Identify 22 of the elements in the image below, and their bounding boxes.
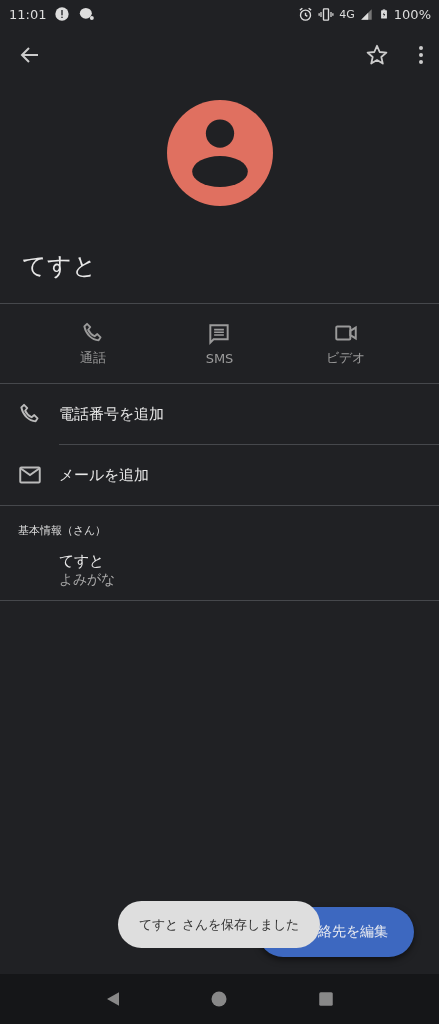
sms-action[interactable]: SMS: [156, 321, 283, 366]
vibrate-icon: [318, 6, 335, 22]
call-action[interactable]: 通話: [30, 320, 157, 367]
alarm-icon: [298, 6, 314, 22]
battery-icon: [378, 6, 389, 22]
battery-percent: 100%: [393, 6, 431, 22]
contact-name: てすと: [21, 251, 97, 282]
signal-icon: [359, 7, 374, 21]
section-title: 基本情報（さん）: [17, 523, 107, 539]
video-action[interactable]: ビデオ: [282, 320, 409, 367]
add-email-item[interactable]: メールを追加: [0, 445, 439, 505]
clock-time: 11:01: [9, 6, 47, 22]
home-circle-icon[interactable]: [210, 990, 229, 1008]
alert-icon: [54, 6, 71, 22]
recents-square-icon[interactable]: [316, 990, 335, 1008]
network-label: 4G: [339, 7, 355, 21]
chat-bubble-icon: [78, 6, 96, 22]
add-phone-item[interactable]: 電話番号を追加: [0, 384, 439, 444]
name-value: てすと: [58, 551, 104, 571]
reading-value: よみがな: [58, 571, 115, 589]
star-icon[interactable]: [365, 43, 389, 67]
avatar-icon: [166, 100, 273, 206]
